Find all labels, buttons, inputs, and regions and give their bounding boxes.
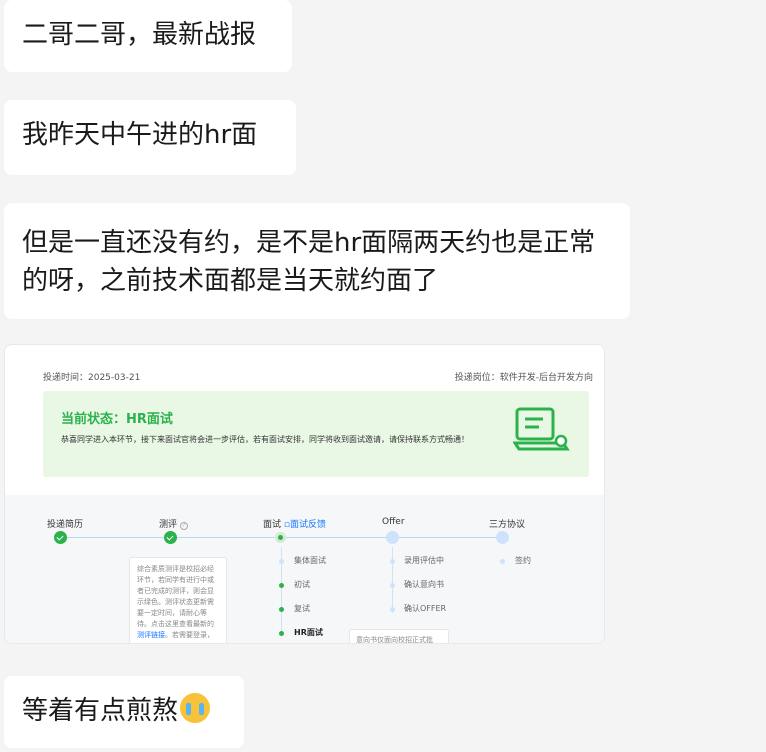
document-illustration-icon (513, 407, 570, 451)
substep-offer-confirm: 确认OFFER (404, 604, 447, 613)
step-assessment-label: 测评 (159, 520, 178, 530)
step-pending-icon (386, 531, 399, 544)
status-card: 当前状态：HR面试 恭喜同学进入本环节，接下来面试官将会进一步评估，若有面试安排… (43, 391, 589, 477)
substep-pending-icon (500, 559, 505, 564)
status-description: 恭喜同学进入本环节，接下来面试官将会进一步评估，若有面试安排，同学将收到面试邀请… (61, 435, 469, 444)
chat-bubble: 但是一直还没有约，是不是hr面隔两天约也是正常的呀，之前技术面都是当天就约面了 (4, 203, 630, 319)
feedback-link-label: 面试反馈 (290, 520, 327, 530)
message-text: 但是一直还没有约，是不是hr面隔两天约也是正常的呀，之前技术面都是当天就约面了 (22, 228, 596, 296)
chat-bubble: 二哥二哥，最新战报 (4, 0, 292, 72)
message-text: 二哥二哥，最新战报 (22, 20, 257, 50)
substep-current-icon (279, 631, 284, 636)
substep-first: 初试 (294, 580, 310, 589)
message-text: 我昨天中午进的hr面 (22, 120, 258, 150)
offer-subline (392, 547, 393, 613)
step-interview: 面试 ▫面试反馈 (263, 517, 326, 530)
substep-letter: 确认意向书 (404, 580, 444, 589)
message-text: 等着有点煎熬 (22, 696, 179, 726)
step-current-icon (275, 532, 286, 543)
crying-face-icon (180, 693, 211, 723)
tip-tail: 。若需要登录， (165, 631, 214, 639)
substep-second: 复试 (294, 604, 310, 613)
step-pending-icon (496, 531, 509, 544)
substep-pending-icon (390, 583, 395, 588)
substep-done-icon (279, 583, 284, 588)
letter-note: 意向书仅面向校招正式批 (349, 629, 449, 643)
progress-timeline: 投递简历 测评 ? 面试 ▫面试反馈 Offer 三方协议 综合素质测评是校招必… (5, 495, 604, 643)
substep-pending-icon (390, 607, 395, 612)
substep-done-icon (279, 607, 284, 612)
step-done-icon (164, 531, 177, 544)
step-assessment: 测评 ? (159, 517, 188, 530)
feedback-link[interactable]: ▫面试反馈 (284, 520, 326, 530)
step-tripartite: 三方协议 (489, 520, 526, 530)
step-resume: 投递简历 (47, 520, 84, 530)
help-icon[interactable]: ? (179, 522, 188, 530)
chat-bubble: 等着有点煎熬 (4, 676, 244, 748)
chat-bubble: 我昨天中午进的hr面 (4, 100, 296, 175)
substep-sign: 签约 (515, 556, 531, 565)
step-done-icon (54, 531, 67, 544)
substep-pending-icon (390, 559, 395, 564)
submit-time: 投递时间：2025-03-21 (43, 373, 141, 383)
step-interview-label: 面试 (263, 520, 282, 530)
substep-group: 集体面试 (294, 556, 326, 565)
substep-hr: HR面试 (294, 628, 323, 637)
substep-pending-icon (279, 559, 284, 564)
assessment-tip: 综合素质测评是校招必经环节，若同学有进行中或者已完成的测评，则会显示绿色。测评状… (129, 557, 227, 643)
status-title: 当前状态：HR面试 (61, 412, 173, 427)
application-header: 投递时间：2025-03-21 投递岗位：软件开发-后台开发方向 当前状态：HR… (27, 345, 604, 495)
step-offer: Offer (382, 517, 405, 527)
position-info: 投递岗位：软件开发-后台开发方向 (454, 373, 593, 383)
tip-text: 综合素质测评是校招必经环节，若同学有进行中或者已完成的测评，则会显示绿色。测评状… (137, 565, 214, 628)
assessment-link[interactable]: 测评链接 (137, 631, 165, 639)
image-message[interactable]: 投递时间：2025-03-21 投递岗位：软件开发-后台开发方向 当前状态：HR… (4, 344, 605, 644)
substep-evaluation: 录用评估中 (404, 556, 444, 565)
